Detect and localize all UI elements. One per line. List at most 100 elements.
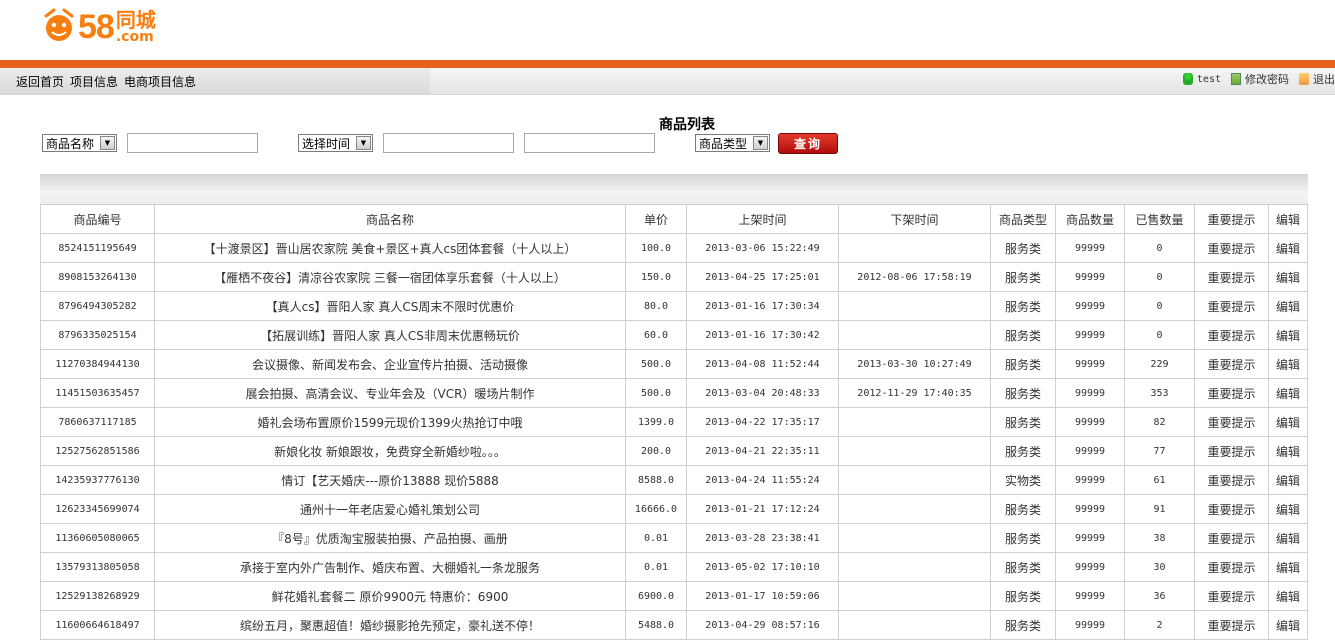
notice-link[interactable]: 重要提示 — [1194, 436, 1269, 466]
time-select[interactable]: 选择时间 ▼ — [298, 134, 373, 152]
sold-count: 61 — [1124, 465, 1195, 495]
field-select-value: 商品名称 — [46, 136, 95, 151]
notice-link[interactable]: 重要提示 — [1194, 494, 1269, 524]
query-button[interactable]: 查询 — [778, 133, 838, 154]
quantity: 99999 — [1055, 291, 1125, 321]
end-time-input[interactable] — [524, 133, 655, 153]
quantity: 99999 — [1055, 494, 1125, 524]
user-icon — [1182, 73, 1193, 85]
product-id: 11600664618497 — [40, 610, 155, 640]
field-select[interactable]: 商品名称 ▼ — [42, 134, 117, 152]
orange-divider — [0, 60, 1335, 68]
product-name: 鲜花婚礼套餐二 原价9900元 特惠价：6900 — [154, 581, 626, 611]
table-row: 14235937776130 情订【艺天婚庆---原价13888 现价5888 85… — [40, 465, 1308, 495]
listed-time: 2013-03-06 15:22:49 — [686, 233, 839, 263]
product-type: 实物类 — [990, 465, 1056, 495]
quantity: 99999 — [1055, 349, 1125, 379]
edit-link[interactable]: 编辑 — [1268, 581, 1308, 611]
notice-link[interactable]: 重要提示 — [1194, 291, 1269, 321]
table-header-row: 商品编号 商品名称 单价 上架时间 下架时间 商品类型 商品数量 已售数量 重要提示 编辑 — [40, 204, 1308, 234]
delisted-time — [838, 523, 991, 553]
quantity: 99999 — [1055, 581, 1125, 611]
edit-link[interactable]: 编辑 — [1268, 407, 1308, 437]
listed-time: 2013-04-08 11:52:44 — [686, 349, 839, 379]
keyword-input[interactable] — [127, 133, 258, 153]
product-id: 8796494305282 — [40, 291, 155, 321]
edit-link[interactable]: 编辑 — [1268, 436, 1308, 466]
notice-link[interactable]: 重要提示 — [1194, 610, 1269, 640]
edit-link[interactable]: 编辑 — [1268, 378, 1308, 408]
table-row: 12623345699074 通州十一年老店爱心婚礼策划公司 16666.0 2013… — [40, 494, 1308, 524]
table-row: 8796494305282 【真人cs】晋阳人家 真人CS周末不限时优惠价 80.0… — [40, 291, 1308, 321]
edit-link[interactable]: 编辑 — [1268, 610, 1308, 640]
site-logo[interactable]: 58 同城 .com — [40, 2, 156, 44]
notice-link[interactable]: 重要提示 — [1194, 465, 1269, 495]
edit-link[interactable]: 编辑 — [1268, 233, 1308, 263]
table-row: 8524151195649 【十渡景区】晋山居农家院 美食+景区+真人cs团体套餐… — [40, 233, 1308, 263]
notice-link[interactable]: 重要提示 — [1194, 378, 1269, 408]
delisted-time — [838, 610, 991, 640]
logo-number: 58 — [78, 8, 115, 46]
sold-count: 36 — [1124, 581, 1195, 611]
password-icon — [1231, 73, 1241, 85]
edit-link[interactable]: 编辑 — [1268, 552, 1308, 582]
header-product-id: 商品编号 — [40, 204, 155, 234]
sold-count: 82 — [1124, 407, 1195, 437]
sold-count: 0 — [1124, 262, 1195, 292]
start-time-input[interactable] — [383, 133, 514, 153]
chevron-down-icon: ▼ — [100, 136, 115, 150]
notice-link[interactable]: 重要提示 — [1194, 233, 1269, 263]
quantity: 99999 — [1055, 436, 1125, 466]
header-quantity: 商品数量 — [1055, 204, 1125, 234]
edit-link[interactable]: 编辑 — [1268, 523, 1308, 553]
notice-link[interactable]: 重要提示 — [1194, 262, 1269, 292]
price: 100.0 — [625, 233, 687, 263]
product-name: 承接于室内外广告制作、婚庆布置、大棚婚礼一条龙服务 — [154, 552, 626, 582]
edit-link[interactable]: 编辑 — [1268, 494, 1308, 524]
sold-count: 229 — [1124, 349, 1195, 379]
price: 1399.0 — [625, 407, 687, 437]
edit-link[interactable]: 编辑 — [1268, 320, 1308, 350]
table-row: 8908153264130 【雁栖不夜谷】清凉谷农家院 三餐一宿团体享乐套餐（十人… — [40, 262, 1308, 292]
product-name: 会议摄像、新闻发布会、企业宣传片拍摄、活动摄像 — [154, 349, 626, 379]
header: 58 同城 .com — [0, 0, 1335, 60]
username[interactable]: test — [1197, 74, 1221, 85]
notice-link[interactable]: 重要提示 — [1194, 523, 1269, 553]
notice-link[interactable]: 重要提示 — [1194, 552, 1269, 582]
header-product-type: 商品类型 — [990, 204, 1056, 234]
product-id: 11451503635457 — [40, 378, 155, 408]
notice-link[interactable]: 重要提示 — [1194, 581, 1269, 611]
nav-link-home[interactable]: 返回首页 — [16, 73, 64, 90]
listed-time: 2013-01-16 17:30:42 — [686, 320, 839, 350]
nav-link-ecommerce-projects[interactable]: 电商项目信息 — [124, 73, 196, 90]
price: 16666.0 — [625, 494, 687, 524]
delisted-time: 2013-03-30 10:27:49 — [838, 349, 991, 379]
edit-link[interactable]: 编辑 — [1268, 349, 1308, 379]
sold-count: 2 — [1124, 610, 1195, 640]
quantity: 99999 — [1055, 523, 1125, 553]
edit-link[interactable]: 编辑 — [1268, 291, 1308, 321]
header-product-name: 商品名称 — [154, 204, 626, 234]
notice-link[interactable]: 重要提示 — [1194, 349, 1269, 379]
edit-link[interactable]: 编辑 — [1268, 262, 1308, 292]
table-row: 11360605080065 『8号』优质淘宝服装拍摄、产品拍摄、画册 0.01 20… — [40, 523, 1308, 553]
listed-time: 2013-04-24 11:55:24 — [686, 465, 839, 495]
notice-link[interactable]: 重要提示 — [1194, 320, 1269, 350]
product-type: 服务类 — [990, 494, 1056, 524]
logo-mascot-icon — [40, 8, 76, 44]
sold-count: 91 — [1124, 494, 1195, 524]
quantity: 99999 — [1055, 610, 1125, 640]
product-id: 12527562851586 — [40, 436, 155, 466]
logout-link[interactable]: 退出 — [1313, 71, 1335, 87]
edit-link[interactable]: 编辑 — [1268, 465, 1308, 495]
product-name: 通州十一年老店爱心婚礼策划公司 — [154, 494, 626, 524]
listed-time: 2013-04-22 17:35:17 — [686, 407, 839, 437]
product-name: 婚礼会场布置原价1599元现价1399火热抢订中哦 — [154, 407, 626, 437]
nav-link-projects[interactable]: 项目信息 — [70, 73, 118, 90]
notice-link[interactable]: 重要提示 — [1194, 407, 1269, 437]
header-sold: 已售数量 — [1124, 204, 1195, 234]
table-header-bar — [40, 174, 1308, 205]
type-select[interactable]: 商品类型 ▼ — [695, 134, 770, 152]
delisted-time — [838, 436, 991, 466]
change-password-link[interactable]: 修改密码 — [1245, 71, 1289, 87]
